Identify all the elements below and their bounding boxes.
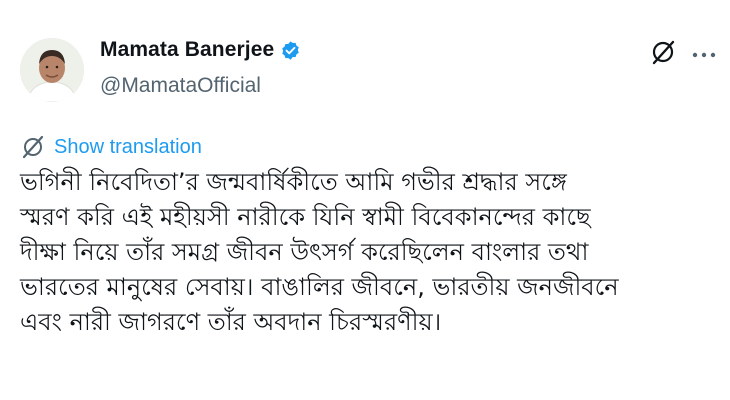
- translate-icon: [20, 134, 46, 160]
- show-translation-label[interactable]: Show translation: [54, 136, 202, 159]
- show-translation-button[interactable]: Show translation: [20, 134, 202, 160]
- author-display-name[interactable]: Mamata Banerjee: [100, 38, 274, 62]
- more-horizontal-icon[interactable]: [692, 47, 716, 58]
- author-handle[interactable]: @MamataOfficial: [100, 74, 261, 98]
- verified-badge-icon[interactable]: [280, 40, 301, 61]
- tweet-card: Mamata Banerjee @MamataOfficial Show tra…: [0, 0, 730, 400]
- avatar[interactable]: [20, 38, 84, 102]
- author-name-row: Mamata Banerjee: [100, 38, 301, 62]
- grok-icon[interactable]: [649, 38, 677, 66]
- tweet-text: ভগিনী নিবেদিতা’র জন্মবার্ষিকীতে আমি গভীর…: [20, 168, 619, 336]
